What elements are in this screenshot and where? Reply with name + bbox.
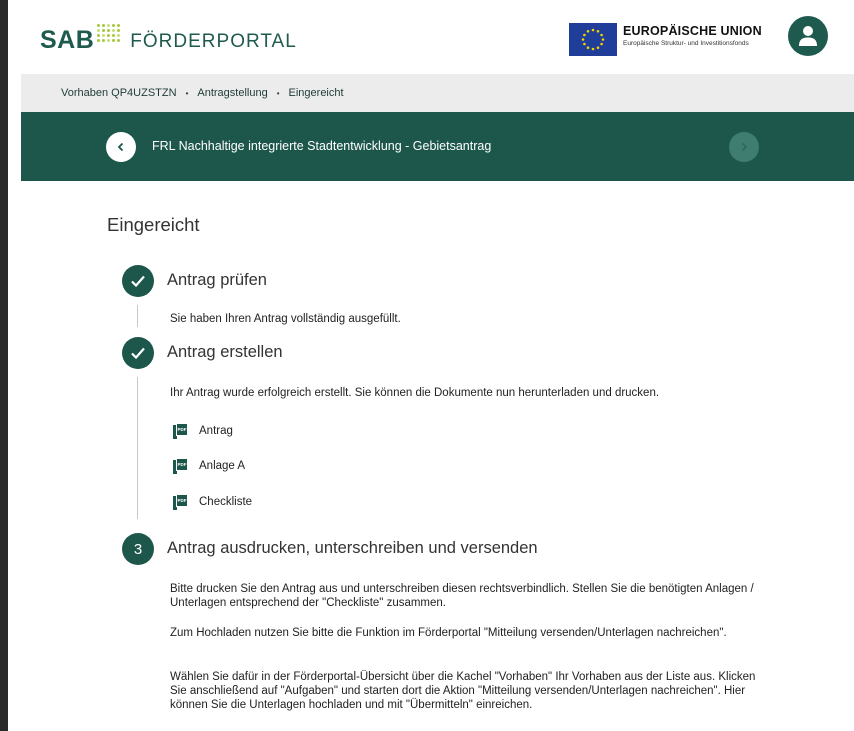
pdf-icon: PDF	[173, 423, 188, 439]
chevron-left-icon	[117, 142, 124, 152]
step-2-connector	[137, 377, 138, 519]
logo-dots-icon	[97, 24, 121, 42]
document-link-antrag[interactable]: PDF Antrag	[173, 423, 233, 439]
logo-portal-text: FÖRDERPORTAL	[130, 31, 297, 52]
step-3-number: 3	[133, 540, 143, 558]
page: SAB FÖRDERPORTAL EUROPÄISCHE UNION Europ…	[21, 0, 854, 731]
step-2-text: Ihr Antrag wurde erfolgreich erstellt. S…	[170, 387, 660, 399]
step-1-done-indicator	[122, 265, 154, 297]
process-title: FRL Nachhaltige integrierte Stadtentwick…	[152, 139, 492, 153]
breadcrumb-item-vorhaben[interactable]: Vorhaben QP4UZSTZN	[61, 87, 177, 99]
eu-subtitle: Europäische Struktur- und Investitionsfo…	[623, 40, 749, 47]
pdf-icon: PDF	[173, 494, 188, 510]
chevron-right-icon	[741, 142, 748, 152]
step-3-paragraph-1: Bitte drucken Sie den Antrag aus und unt…	[170, 583, 754, 609]
eu-flag-icon	[569, 23, 617, 56]
logo-sab-text: SAB	[40, 25, 95, 54]
document-label: Antrag	[199, 425, 233, 437]
user-icon	[799, 26, 817, 46]
document-link-checkliste[interactable]: PDF Checkliste	[173, 494, 252, 510]
step-1-connector	[137, 305, 138, 327]
eu-logo: EUROPÄISCHE UNION Europäische Struktur- …	[569, 23, 762, 56]
back-button[interactable]	[106, 132, 136, 162]
checkmark-icon	[131, 275, 145, 288]
page-title: Eingereicht	[107, 214, 200, 235]
checkmark-icon	[131, 347, 145, 360]
breadcrumb-separator: •	[185, 88, 189, 98]
breadcrumb-item-eingereicht: Eingereicht	[288, 87, 344, 99]
process-title-bar: FRL Nachhaltige integrierte Stadtentwick…	[21, 112, 854, 181]
step-3-number-indicator: 3	[122, 533, 154, 565]
breadcrumb: Vorhaben QP4UZSTZN • Antragstellung • Ei…	[21, 74, 854, 112]
document-label: Anlage A	[199, 460, 246, 472]
pdf-icon: PDF	[173, 458, 188, 474]
step-2-done-indicator	[122, 337, 154, 369]
step-3-paragraph-3: Wählen Sie dafür in der Förderportal-Übe…	[170, 671, 756, 711]
sab-logo[interactable]: SAB FÖRDERPORTAL	[40, 20, 297, 60]
user-avatar-button[interactable]	[788, 16, 828, 56]
step-3-heading: Antrag ausdrucken, unterschreiben und ve…	[167, 539, 538, 557]
step-2-heading: Antrag erstellen	[167, 343, 283, 361]
step-3-paragraph-2: Zum Hochladen nutzen Sie bitte die Funkt…	[170, 627, 727, 639]
document-link-anlage-a[interactable]: PDF Anlage A	[173, 458, 245, 474]
header: SAB FÖRDERPORTAL EUROPÄISCHE UNION Europ…	[21, 0, 854, 74]
next-button[interactable]	[729, 132, 759, 162]
window-edge	[0, 0, 8, 731]
breadcrumb-item-antragstellung[interactable]: Antragstellung	[197, 87, 267, 99]
eu-title: EUROPÄISCHE UNION	[623, 24, 762, 38]
step-1-text: Sie haben Ihren Antrag vollständig ausge…	[170, 313, 401, 325]
breadcrumb-separator: •	[276, 88, 280, 98]
step-1-heading: Antrag prüfen	[167, 271, 267, 289]
document-label: Checkliste	[199, 496, 253, 508]
